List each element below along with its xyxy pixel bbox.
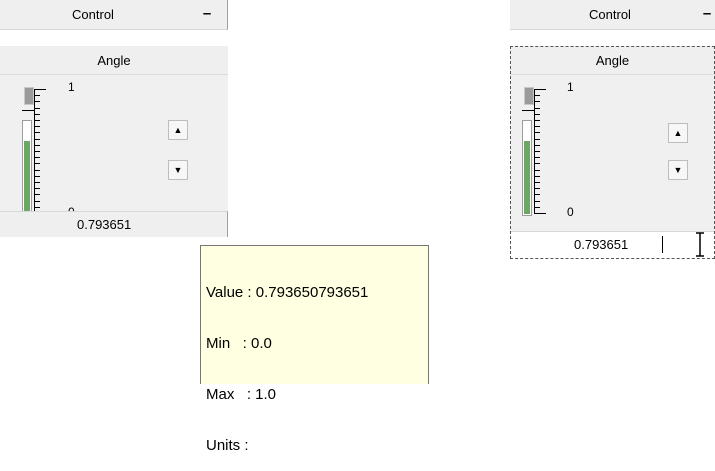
level-fill (24, 141, 30, 214)
value-display: 0.793651 (0, 211, 228, 237)
control-title: Control (589, 7, 631, 22)
tooltip-max-line: Max : 1.0 (206, 386, 277, 403)
tooltip-value-line: Value : 0.793650793651 (206, 284, 369, 301)
control-title: Control (72, 7, 114, 22)
increment-button[interactable]: ▲ (168, 120, 188, 140)
left-control-panel: Control – Angle 1 0 ▲ ▼ 0.793651 (0, 0, 228, 237)
scale-spine (34, 89, 35, 213)
level-track[interactable] (22, 120, 32, 216)
scale-tick (34, 89, 46, 90)
tooltip-min-line: Min : 0.0 (206, 335, 272, 352)
tooltip-units-line: Units : (206, 437, 249, 454)
control-header: Control – (0, 0, 228, 30)
control-header: Control – (510, 0, 715, 30)
scale-max-label: 1 (68, 80, 75, 94)
minimize-button[interactable]: – (198, 6, 216, 26)
selection-outline (510, 46, 715, 259)
value-text: 0.793651 (77, 217, 132, 232)
slider-knob-line (22, 110, 34, 111)
slider-knob[interactable] (24, 87, 34, 105)
decrement-button[interactable]: ▼ (168, 160, 188, 180)
angle-label-bar: Angle (0, 46, 228, 75)
minimize-button[interactable]: – (698, 6, 715, 26)
value-tooltip: Value : 0.793650793651 Min : 0.0 Max : 1… (200, 245, 429, 454)
scale-ticks (34, 89, 46, 214)
